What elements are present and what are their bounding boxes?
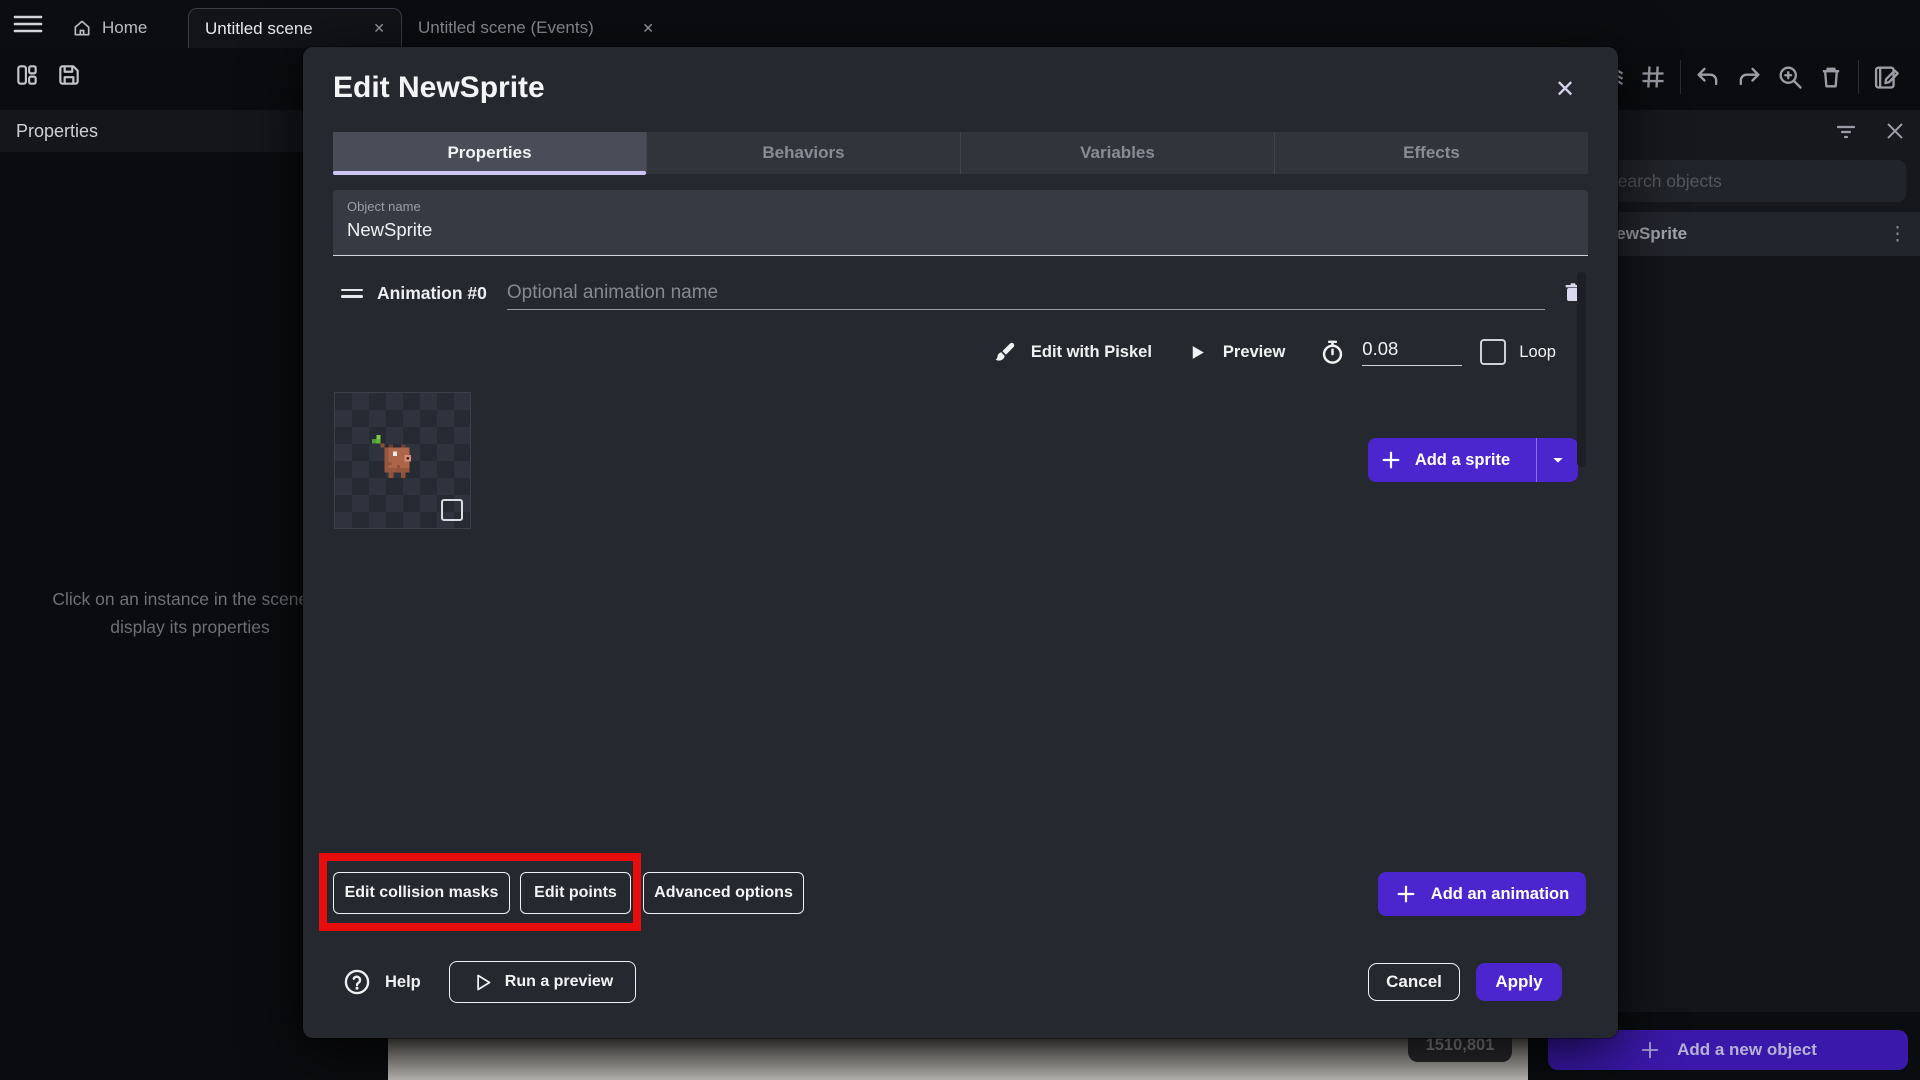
run-a-preview-button[interactable]: Run a preview [448, 961, 637, 1003]
undo-icon[interactable] [1694, 63, 1722, 91]
scene-toolbar-right [1598, 60, 1900, 94]
object-name-field[interactable]: Object name [333, 190, 1588, 256]
home-icon [74, 20, 90, 36]
tab-home[interactable]: Home [56, 8, 163, 48]
time-between-frames-input[interactable] [1362, 338, 1463, 366]
tab-close-icon[interactable]: ✕ [373, 20, 385, 37]
edit-points-button[interactable]: Edit points [520, 872, 631, 914]
animation-controls-row: Edit with Piskel Preview Loop [333, 331, 1588, 373]
objects-panel-header [1588, 110, 1920, 152]
animation-label: Animation #0 [377, 282, 487, 303]
delete-icon[interactable] [1817, 63, 1845, 91]
add-a-sprite-split-button: Add a sprite [1368, 438, 1578, 482]
tab-effects[interactable]: Effects [1275, 132, 1588, 174]
animation-row: Animation #0 [333, 273, 1591, 313]
add-sprite-dropdown-button[interactable] [1536, 438, 1578, 482]
cancel-button[interactable]: Cancel [1368, 963, 1460, 1001]
advanced-options-button[interactable]: Advanced options [643, 872, 804, 914]
help-button[interactable]: Help [343, 968, 421, 996]
add-a-sprite-button[interactable]: Add a sprite [1368, 438, 1522, 482]
plus-icon [1382, 451, 1400, 469]
play-icon [1192, 345, 1204, 359]
edit-with-piskel-button[interactable]: Edit with Piskel [1031, 343, 1152, 362]
tab-variables[interactable]: Variables [961, 132, 1275, 174]
dialog-scrollbar[interactable] [1577, 272, 1586, 467]
filter-icon[interactable] [1834, 119, 1858, 143]
drag-handle-icon[interactable] [341, 285, 363, 302]
tab-home-label: Home [102, 18, 148, 37]
object-name-input[interactable] [347, 219, 1547, 241]
search-objects-input[interactable] [1588, 160, 1906, 202]
loop-checkbox[interactable] [1480, 339, 1507, 365]
tab-untitled-scene-events[interactable]: Untitled scene (Events) ✕ [402, 8, 670, 48]
dialog-close-icon[interactable]: ✕ [1549, 73, 1581, 105]
scene-canvas[interactable] [388, 1037, 1528, 1080]
dialog-tab-strip: Properties Behaviors Variables Effects [333, 132, 1588, 175]
save-icon[interactable] [56, 62, 82, 88]
sprite-frame-thumbnail[interactable] [334, 392, 471, 529]
object-name-label: Object name [347, 199, 421, 214]
redo-icon[interactable] [1735, 63, 1763, 91]
zoom-in-icon[interactable] [1776, 63, 1804, 91]
panels-icon[interactable] [14, 62, 40, 88]
object-menu-kebab-icon[interactable]: ⋮ [1888, 223, 1908, 246]
close-panel-icon[interactable] [1884, 120, 1906, 142]
tab-untitled-scene[interactable]: Untitled scene ✕ [188, 8, 402, 48]
edit-scene-properties-icon[interactable] [1872, 63, 1900, 91]
top-tab-bar: Home Untitled scene ✕ Untitled scene (Ev… [0, 0, 1920, 48]
search-objects-field[interactable] [1588, 160, 1906, 202]
scene-toolbar-left [14, 62, 82, 88]
tab-behaviors[interactable]: Behaviors [647, 132, 961, 174]
tab-properties[interactable]: Properties [333, 132, 647, 175]
objects-list-empty-area [1588, 256, 1920, 1012]
plus-icon [1397, 885, 1415, 903]
select-frame-checkbox[interactable] [441, 499, 463, 521]
preview-button[interactable]: Preview [1223, 343, 1285, 362]
edit-collision-masks-button[interactable]: Edit collision masks [333, 872, 510, 914]
apply-button[interactable]: Apply [1476, 963, 1562, 1001]
project-manager-menu-icon[interactable] [13, 14, 43, 34]
help-icon [344, 969, 370, 995]
toolbar-divider [1858, 60, 1859, 94]
tab-close-icon[interactable]: ✕ [642, 20, 654, 37]
dialog-title: Edit NewSprite [333, 71, 545, 104]
tab-events-label: Untitled scene (Events) [418, 18, 594, 37]
gdevelop-window: Home Untitled scene ✕ Untitled scene (Ev… [0, 0, 1920, 1080]
add-an-animation-button[interactable]: Add an animation [1378, 872, 1586, 916]
timer-icon [1323, 340, 1343, 364]
pig-sprite-image [372, 435, 412, 479]
chevron-down-icon [1552, 458, 1563, 463]
loop-label: Loop [1519, 342, 1556, 361]
brush-icon [995, 342, 1015, 361]
play-outline-icon [477, 974, 491, 990]
object-list-item[interactable]: NewSprite ⋮ [1588, 212, 1920, 256]
edit-object-dialog: Edit NewSprite ✕ Properties Behaviors Va… [303, 47, 1618, 1038]
toolbar-divider [1680, 60, 1681, 94]
properties-panel-title: Properties [16, 120, 99, 141]
grid-icon[interactable] [1639, 63, 1667, 91]
tab-scene-label: Untitled scene [205, 18, 313, 38]
plus-icon [1641, 1041, 1659, 1059]
dialog-footer: Help Run a preview Cancel Apply [333, 959, 1588, 1005]
animation-name-input[interactable] [506, 276, 1545, 310]
